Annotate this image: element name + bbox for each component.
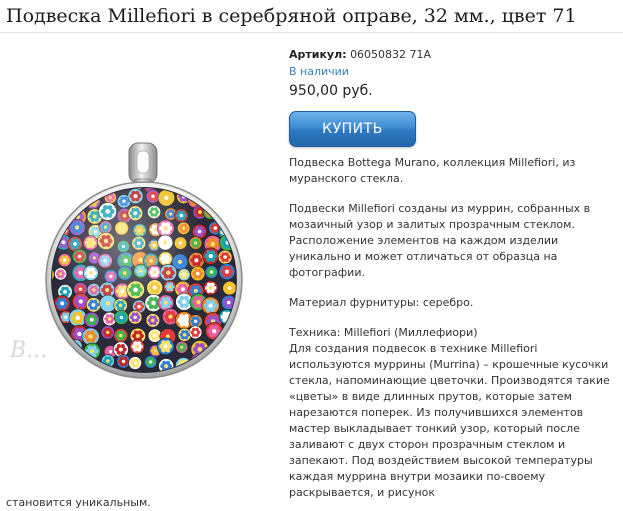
product-price: 950,00 руб. <box>289 83 373 99</box>
product-description: Подвеска Bottega Murano, коллекция Mille… <box>289 155 614 501</box>
description-overflow-line: становится уникальным. <box>6 496 151 509</box>
description-paragraph: Подвеска Bottega Murano, коллекция Mille… <box>289 156 576 185</box>
description-paragraph: Подвески Millefiori созданы из муррин, с… <box>289 202 591 279</box>
description-paragraph: Материал фурнитуры: серебро. <box>289 296 474 309</box>
product-title: Подвеска Millefiori в серебряной оправе,… <box>6 5 577 27</box>
product-image[interactable]: B... <box>8 135 270 397</box>
watermark-text: B... <box>9 338 47 363</box>
millefiori-pendant-image: B... <box>9 142 243 379</box>
buy-button[interactable]: КУПИТЬ <box>289 111 416 147</box>
stock-status: В наличии <box>289 65 349 78</box>
product-info: Артикул: 06050832 71A В наличии 950,00 р… <box>289 47 614 501</box>
buy-button-label: КУПИТЬ <box>322 121 383 137</box>
description-paragraph: Для создания подвесок в технике Millefio… <box>289 342 610 499</box>
technique-label: Техника: Millefiori (Миллефиори) <box>289 326 478 339</box>
sku-value: 06050832 71A <box>350 48 432 61</box>
sku-label: Артикул: <box>289 48 347 61</box>
title-divider <box>0 32 623 33</box>
sku-row: Артикул: 06050832 71A <box>289 47 614 63</box>
